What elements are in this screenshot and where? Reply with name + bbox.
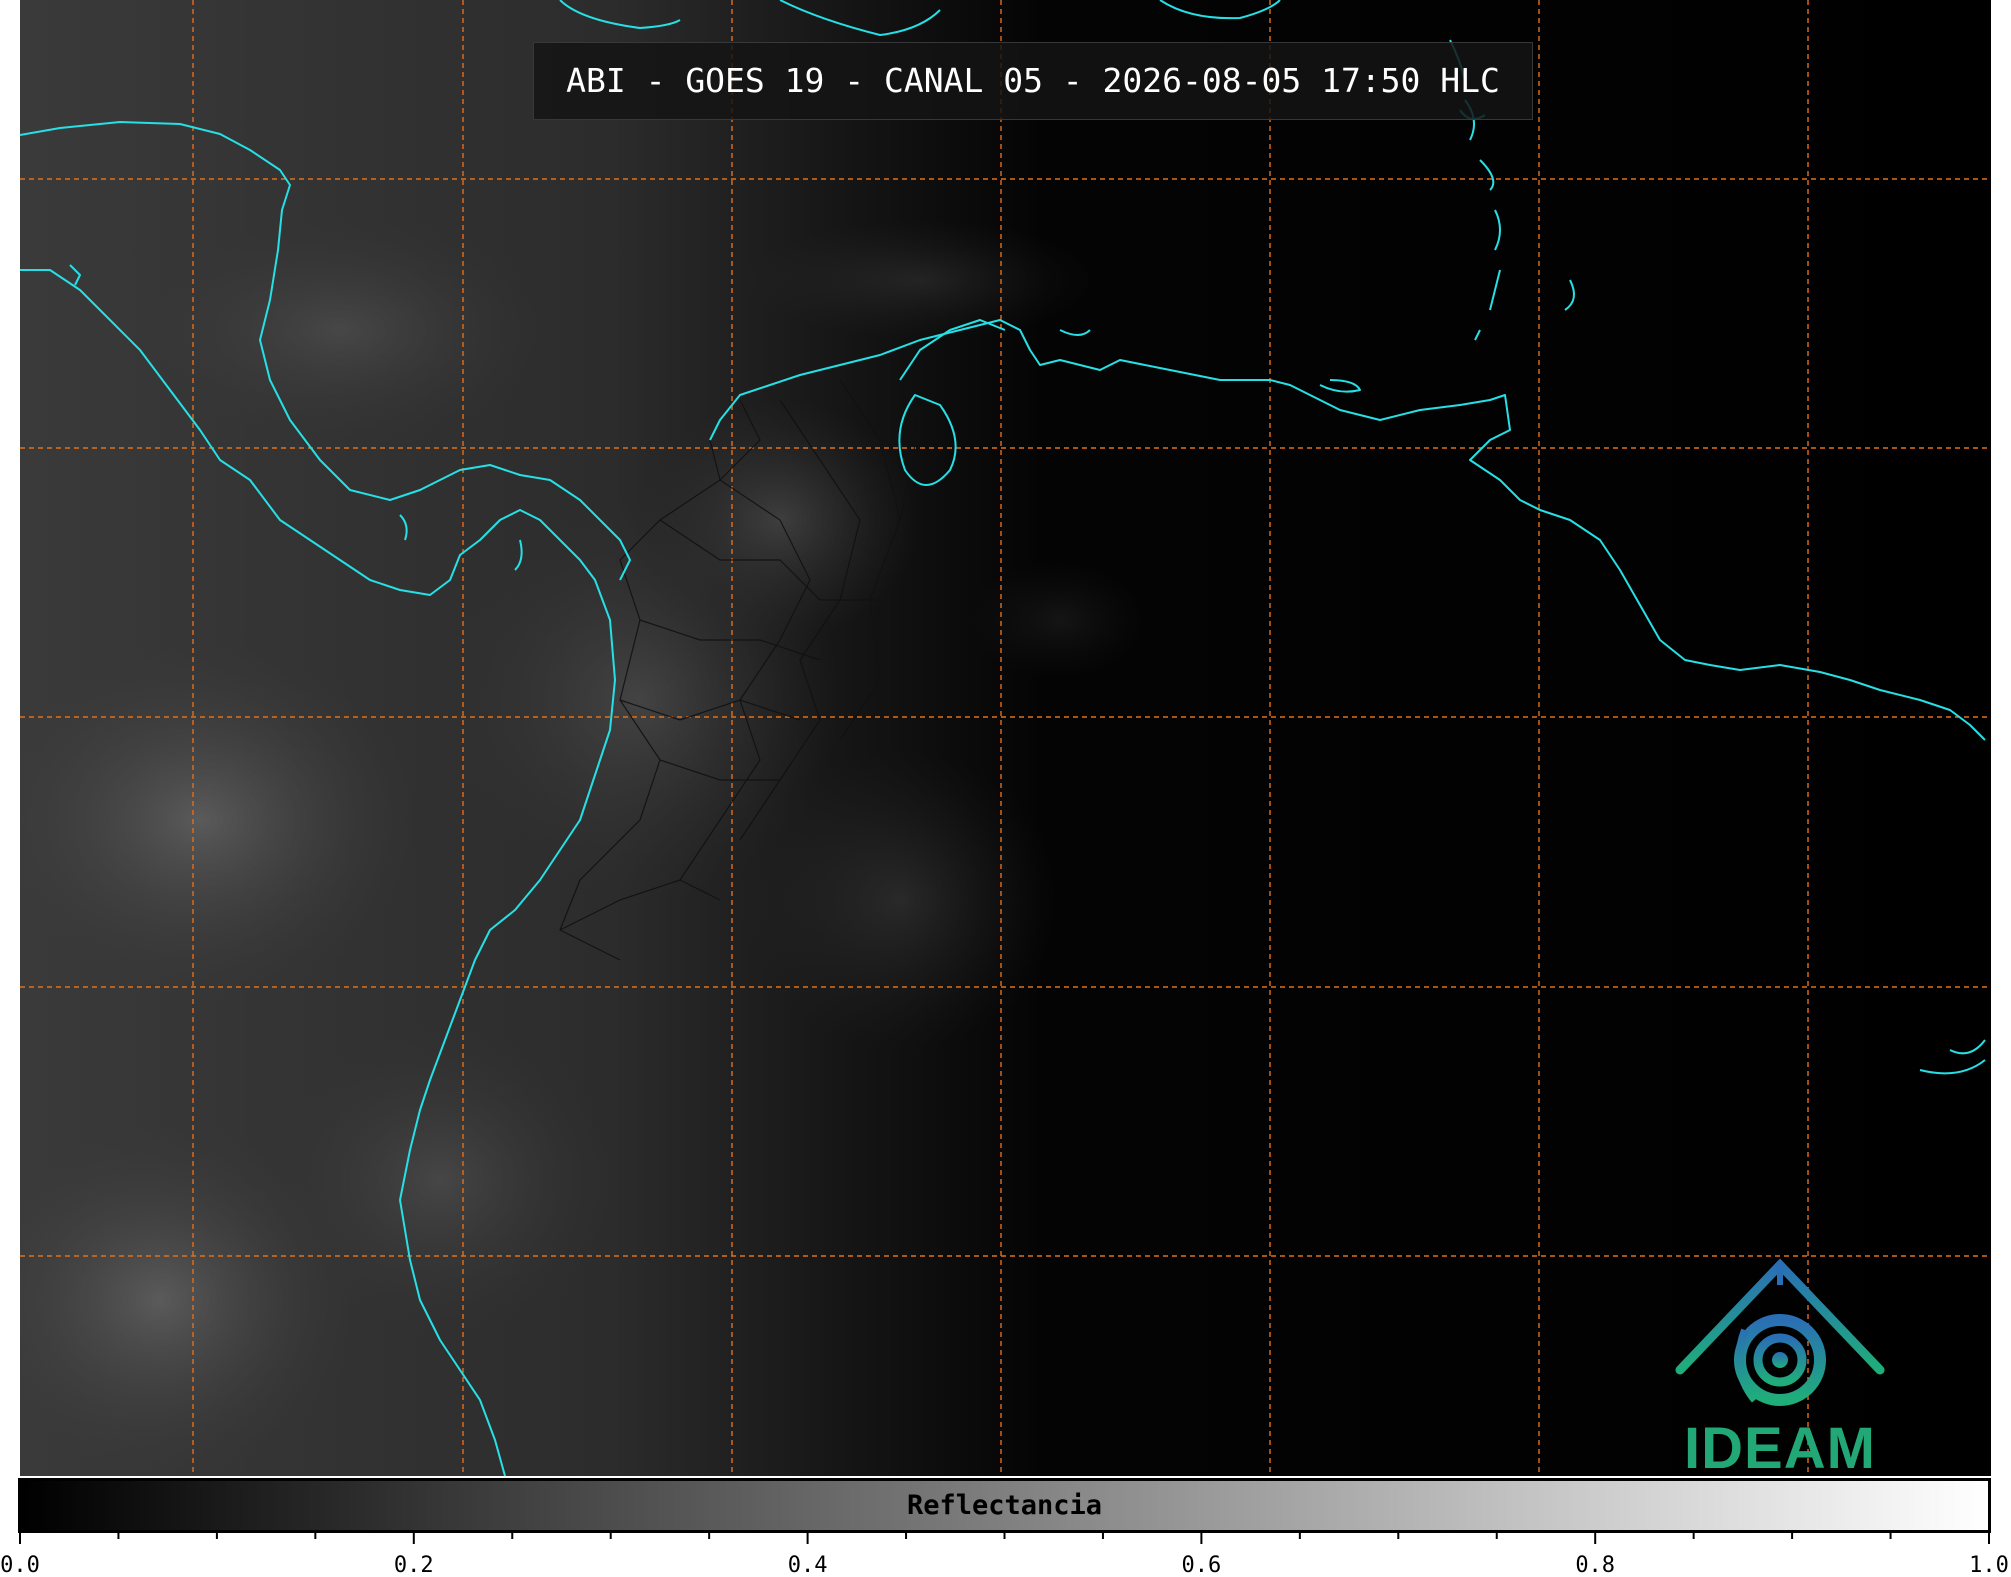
ideam-logo: IDEAM (1660, 1250, 1900, 1476)
colorbar-tick-label: 0.4 (787, 1553, 828, 1577)
ideam-logo-icon (1675, 1258, 1885, 1406)
colorbar-ticks (19, 1530, 1990, 1544)
map-title: ABI - GOES 19 - CANAL 05 - 2026-08-05 17… (533, 42, 1533, 120)
satellite-figure: ABI - GOES 19 - CANAL 05 - 2026-08-05 17… (0, 0, 2011, 1577)
colorbar-tick-label: 0.8 (1575, 1553, 1616, 1577)
colorbar-label: Reflectancia (906, 1490, 1103, 1521)
colorbar-tick-label: 1.0 (1969, 1553, 2009, 1577)
colorbar-tick-label: 0.0 (0, 1553, 40, 1577)
colorbar-tick-label: 0.6 (1181, 1553, 1222, 1577)
logo-text: IDEAM (1684, 1416, 1876, 1476)
satellite-map: ABI - GOES 19 - CANAL 05 - 2026-08-05 17… (20, 0, 1991, 1476)
colorbar: Reflectancia (18, 1478, 1991, 1533)
colorbar-tick-label: 0.2 (393, 1553, 434, 1577)
